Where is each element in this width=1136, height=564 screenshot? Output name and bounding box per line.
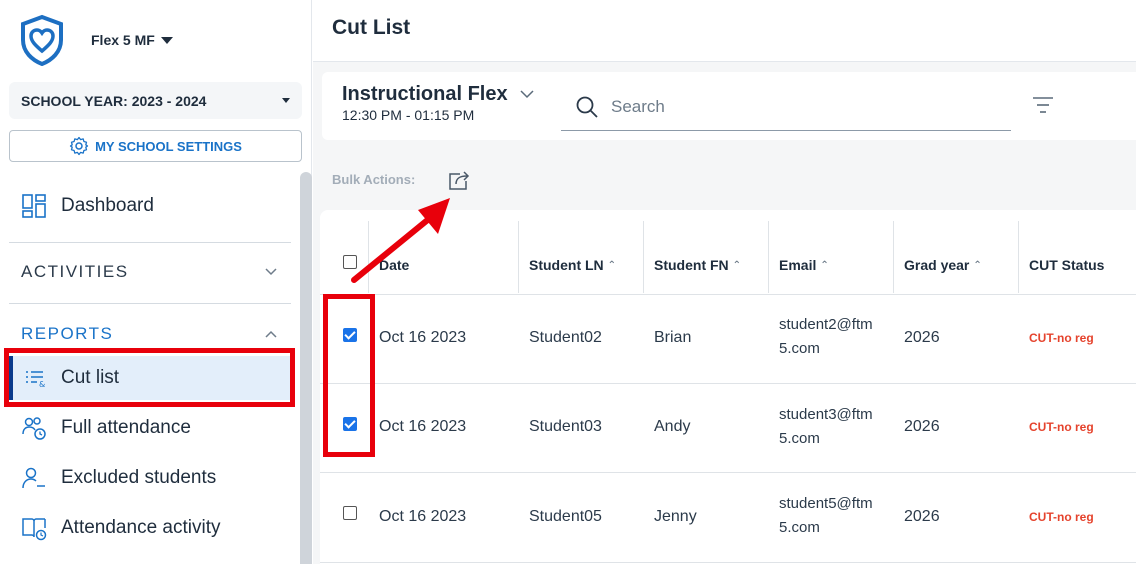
row-divider (320, 383, 1136, 384)
school-year-select[interactable]: SCHOOL YEAR: 2023 - 2024 (9, 82, 302, 119)
column-separator (518, 221, 519, 293)
sort-icon: ⌃ (732, 259, 742, 271)
search-icon (576, 96, 598, 118)
caret-down-icon (282, 98, 290, 103)
annotation-arrow-icon (351, 198, 450, 283)
column-label: CUT Status (1029, 257, 1105, 273)
column-label: Student LN (529, 257, 604, 273)
column-label: Student FN (654, 257, 729, 273)
book-clock-icon (22, 518, 47, 541)
cut-status-badge: CUT-no reg (1029, 510, 1094, 524)
column-label: Email (779, 257, 817, 273)
chevron-up-icon (265, 330, 277, 338)
column-separator (768, 221, 769, 293)
search-input[interactable] (611, 97, 991, 117)
column-separator (893, 221, 894, 293)
cell-date: Oct 16 2023 (379, 418, 467, 435)
cell-email-line1: student5@ftm (779, 495, 873, 512)
cell-email-line1: student2@ftm (779, 316, 873, 333)
cut-status-badge: CUT-no reg (1029, 331, 1094, 345)
settings-label: MY SCHOOL SETTINGS (95, 138, 242, 154)
column-header-student-ln[interactable]: Student LN ⌃ (529, 257, 616, 273)
activities-label: ACTIVITIES (21, 262, 129, 281)
cell-email-line2: 5.com (779, 519, 820, 536)
full-attendance-label: Full attendance (61, 417, 191, 438)
sidebar: Flex 5 MF SCHOOL YEAR: 2023 - 2024 MY SC… (0, 0, 312, 564)
cell-grad-year: 2026 (904, 329, 940, 346)
period-select[interactable]: Instructional Flex (342, 83, 534, 106)
sidebar-item-excluded-students[interactable]: Excluded students (9, 456, 291, 500)
search-field[interactable] (561, 84, 1011, 131)
row-divider (320, 472, 1136, 473)
bulk-actions-label: Bulk Actions: (332, 172, 416, 187)
sort-icon: ⌃ (973, 259, 982, 271)
column-header-grad-year[interactable]: Grad year ⌃ (904, 257, 982, 273)
shield-heart-logo (21, 14, 63, 66)
filter-icon[interactable] (1032, 95, 1054, 115)
column-header-student-fn[interactable]: Student FN ⌃ (654, 257, 741, 273)
reports-label: REPORTS (21, 324, 114, 343)
cell-date: Oct 16 2023 (379, 329, 467, 346)
highlight-box-cut-list (4, 348, 295, 407)
my-school-settings-button[interactable]: MY SCHOOL SETTINGS (9, 130, 302, 162)
divider (9, 303, 291, 304)
row-checkbox[interactable] (343, 506, 357, 520)
column-label: Grad year (904, 257, 970, 273)
chevron-down-icon (520, 90, 534, 99)
sidebar-section-activities[interactable]: ACTIVITIES (9, 252, 291, 292)
highlight-box-checkboxes (323, 294, 375, 457)
school-year-label: SCHOOL YEAR: 2023 - 2024 (21, 92, 207, 109)
sort-icon: ⌃ (607, 259, 617, 271)
row-divider (320, 294, 1136, 295)
row-divider (320, 562, 1136, 563)
users-clock-icon (22, 417, 46, 440)
page-title: Cut List (332, 16, 411, 39)
column-header-cut-status[interactable]: CUT Status (1029, 257, 1104, 273)
cell-student-fn: Brian (654, 329, 692, 346)
attendance-activity-label: Attendance activity (61, 517, 221, 538)
school-name: Flex 5 MF (91, 32, 155, 48)
period-name: Instructional Flex (342, 83, 508, 105)
user-minus-icon (22, 467, 45, 489)
cell-email-line2: 5.com (779, 340, 820, 357)
cell-student-fn: Jenny (654, 508, 697, 525)
cell-email-line2: 5.com (779, 430, 820, 447)
dashboard-label: Dashboard (61, 195, 154, 216)
sidebar-item-attendance-activity[interactable]: Attendance activity (9, 506, 291, 550)
gear-icon (69, 136, 89, 156)
column-header-email[interactable]: Email ⌃ (779, 257, 829, 273)
cell-date: Oct 16 2023 (379, 508, 467, 525)
excluded-students-label: Excluded students (61, 467, 217, 488)
cell-grad-year: 2026 (904, 418, 940, 435)
column-separator (1018, 221, 1019, 293)
cell-email-line1: student3@ftm (779, 406, 873, 423)
sort-icon: ⌃ (820, 259, 829, 271)
cell-student-ln: Student03 (529, 418, 602, 435)
cell-grad-year: 2026 (904, 508, 940, 525)
divider (9, 242, 291, 243)
school-switcher[interactable]: Flex 5 MF (91, 32, 173, 48)
cell-student-ln: Student05 (529, 508, 602, 525)
cut-status-badge: CUT-no reg (1029, 420, 1094, 434)
caret-down-icon (160, 36, 173, 44)
sidebar-item-dashboard[interactable]: Dashboard (9, 184, 291, 228)
period-time: 12:30 PM - 01:15 PM (342, 107, 475, 123)
sidebar-scrollbar[interactable] (300, 172, 312, 564)
chevron-down-icon (265, 268, 277, 276)
dashboard-icon (22, 194, 46, 218)
sidebar-item-full-attendance[interactable]: Full attendance (9, 406, 291, 450)
column-separator (643, 221, 644, 293)
cell-student-ln: Student02 (529, 329, 602, 346)
cell-student-fn: Andy (654, 418, 691, 435)
